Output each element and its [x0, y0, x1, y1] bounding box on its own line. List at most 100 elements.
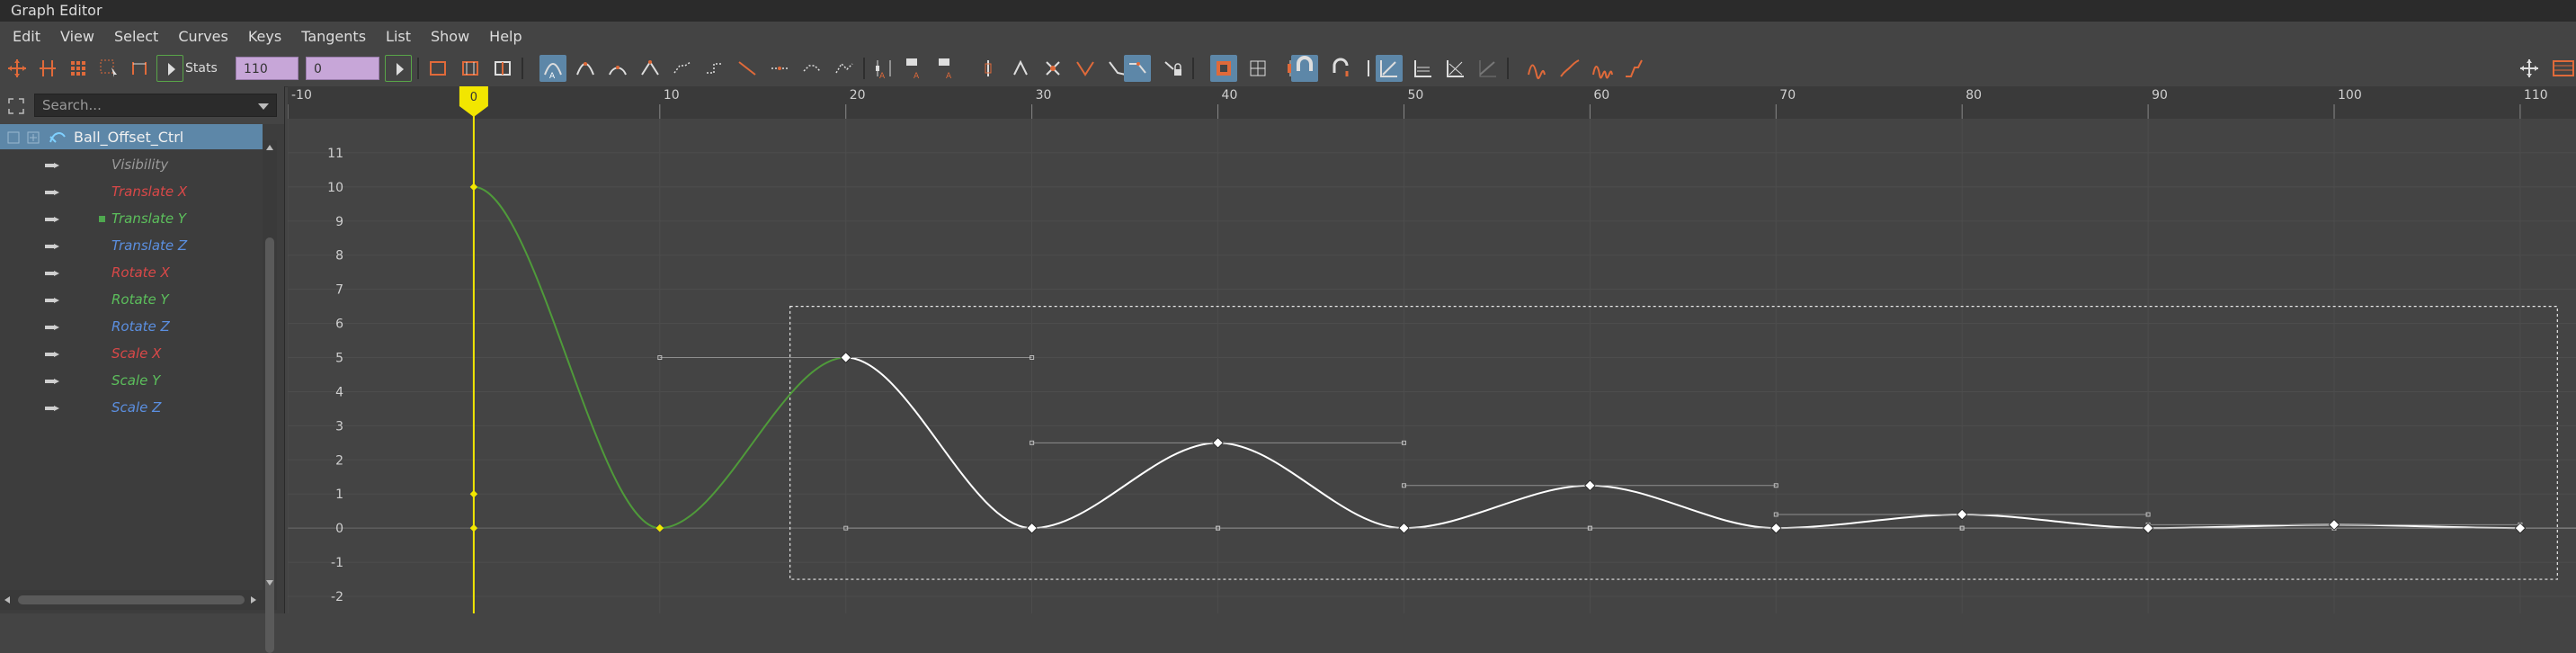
insert-key-tool-icon[interactable]	[34, 55, 61, 82]
vertical-scroll-thumb[interactable]	[265, 237, 274, 653]
menu-edit[interactable]: Edit	[13, 28, 40, 45]
attribute-row[interactable]: Scale Z	[0, 394, 263, 421]
spline-tangent-icon[interactable]	[572, 55, 599, 82]
attribute-row[interactable]: Rotate X	[0, 259, 263, 286]
channel-mute-icon[interactable]	[45, 162, 63, 169]
attribute-row[interactable]: Translate Z	[0, 232, 263, 259]
expand-icon[interactable]	[7, 131, 20, 144]
attribute-label: Visibility	[111, 157, 169, 173]
retime-tool-icon[interactable]	[126, 55, 153, 82]
frame-tick-label: 10	[664, 88, 680, 103]
value-tick-label: -2	[331, 590, 343, 604]
break-tangents-icon[interactable]	[1124, 55, 1151, 82]
menu-select[interactable]: Select	[114, 28, 158, 45]
stats-value-field[interactable]: 0	[306, 57, 379, 80]
outliner-vertical-scrollbar[interactable]	[263, 140, 277, 653]
attribute-row[interactable]: Translate Y	[0, 205, 263, 232]
absolute-view-icon[interactable]	[1442, 55, 1469, 82]
frame-ruler[interactable]	[288, 86, 2576, 119]
scroll-up-icon[interactable]	[265, 144, 274, 151]
linear-tangent-icon[interactable]	[637, 55, 664, 82]
attribute-row[interactable]: Rotate Y	[0, 286, 263, 313]
buffer-toggle-icon[interactable]	[385, 55, 412, 82]
center-current-time-icon[interactable]	[489, 55, 516, 82]
linear-infinity-icon[interactable]	[1622, 55, 1649, 82]
value-snap-icon[interactable]: A	[903, 55, 930, 82]
key-stats-toggle-icon[interactable]	[156, 55, 183, 82]
cycle-offset-infinity-icon[interactable]	[1557, 55, 1584, 82]
horizontal-scroll-thumb[interactable]	[18, 595, 245, 604]
outliner-horizontal-scrollbar[interactable]	[0, 590, 263, 610]
reference-icon[interactable]	[1244, 55, 1271, 82]
move-key-tool-icon[interactable]	[4, 55, 31, 82]
magnet-strength-icon[interactable]	[1327, 55, 1354, 82]
normalize-view-icon[interactable]	[1410, 55, 1437, 82]
stacked-curves-icon[interactable]	[1376, 55, 1403, 82]
flat-tangent-icon[interactable]	[669, 55, 696, 82]
attribute-row[interactable]: Scale X	[0, 340, 263, 367]
key-toggle-icon[interactable]	[27, 131, 40, 144]
frame-playback-range-icon[interactable]	[457, 55, 484, 82]
break-tangent-icon[interactable]	[766, 55, 793, 82]
transform-node-icon	[49, 132, 66, 143]
pan-view-icon[interactable]	[2516, 55, 2543, 82]
menu-show[interactable]: Show	[431, 28, 469, 45]
channel-mute-icon[interactable]	[45, 189, 63, 196]
lattice-tool-icon[interactable]	[65, 55, 92, 82]
scroll-down-icon[interactable]	[265, 579, 274, 586]
region-select-icon[interactable]	[95, 55, 122, 82]
unify-tangent-icon[interactable]	[798, 55, 825, 82]
clamped-tangent-icon[interactable]	[604, 55, 631, 82]
attribute-row[interactable]: Translate X	[0, 178, 263, 205]
frame-selection-icon[interactable]	[7, 97, 25, 115]
channel-mute-icon[interactable]	[45, 216, 63, 223]
scale-keys-icon[interactable]	[1039, 55, 1066, 82]
channel-mute-icon[interactable]	[45, 324, 63, 331]
value-tick-label: 5	[335, 352, 343, 366]
oscillate-infinity-icon[interactable]	[1590, 55, 1617, 82]
tangent-shape-icon[interactable]	[1072, 55, 1099, 82]
dope-sheet-icon[interactable]	[2550, 55, 2576, 82]
magnet-snap-icon[interactable]	[1291, 55, 1318, 82]
menu-list[interactable]: List	[386, 28, 411, 45]
frame-all-icon[interactable]	[424, 55, 451, 82]
attribute-label: Translate Z	[111, 237, 188, 254]
pre-infinity-icon[interactable]	[1475, 55, 1502, 82]
auto-frame-icon[interactable]	[1210, 55, 1237, 82]
time-snap-icon[interactable]: A	[870, 55, 897, 82]
search-input[interactable]: Search...	[34, 94, 277, 117]
attribute-row[interactable]: Visibility	[0, 151, 263, 178]
scroll-left-icon[interactable]	[4, 595, 11, 604]
attribute-row[interactable]: Scale Y	[0, 367, 263, 394]
normalize-icon[interactable]	[975, 55, 1002, 82]
channel-mute-icon[interactable]	[45, 297, 63, 304]
scroll-right-icon[interactable]	[250, 595, 257, 604]
lock-tangent-weight-icon[interactable]	[1160, 55, 1187, 82]
weighted-tangent-icon[interactable]	[831, 55, 858, 82]
frame-tick-label: 100	[2338, 88, 2362, 103]
denormalize-icon[interactable]	[1007, 55, 1034, 82]
toolbar-separator	[521, 58, 523, 79]
channel-mute-icon[interactable]	[45, 243, 63, 250]
menu-view[interactable]: View	[60, 28, 94, 45]
svg-text:A: A	[914, 72, 920, 81]
search-options-icon[interactable]	[257, 103, 270, 112]
channel-mute-icon[interactable]	[45, 378, 63, 385]
auto-tangent-icon[interactable]: A	[539, 55, 566, 82]
menu-help[interactable]: Help	[489, 28, 521, 45]
stats-frame-field[interactable]: 110	[236, 57, 299, 80]
step-tangent-icon[interactable]	[701, 55, 728, 82]
attribute-row[interactable]: Rotate Z	[0, 313, 263, 340]
menu-tangents[interactable]: Tangents	[301, 28, 366, 45]
channel-mute-icon[interactable]	[45, 270, 63, 277]
channel-mute-icon[interactable]	[45, 405, 63, 412]
menu-curves[interactable]: Curves	[178, 28, 228, 45]
key-fit-icon[interactable]: A	[935, 55, 962, 82]
cycle-infinity-icon[interactable]	[1525, 55, 1552, 82]
outliner-node-row[interactable]: Ball_Offset_Ctrl	[0, 124, 263, 149]
plateau-tangent-icon[interactable]	[734, 55, 761, 82]
channel-mute-icon[interactable]	[45, 351, 63, 358]
menu-keys[interactable]: Keys	[248, 28, 281, 45]
graph-canvas[interactable]: 11109876543210-1-2-10 10 20 30 40 50 60 70 80 90 1…	[288, 86, 2576, 613]
graph-view[interactable]: 11 10 9 8 7 6 5 4 3 2 1 0 -1 -2 -10 10 20 30 40 50 60 70 80 90 1…	[288, 86, 2576, 613]
